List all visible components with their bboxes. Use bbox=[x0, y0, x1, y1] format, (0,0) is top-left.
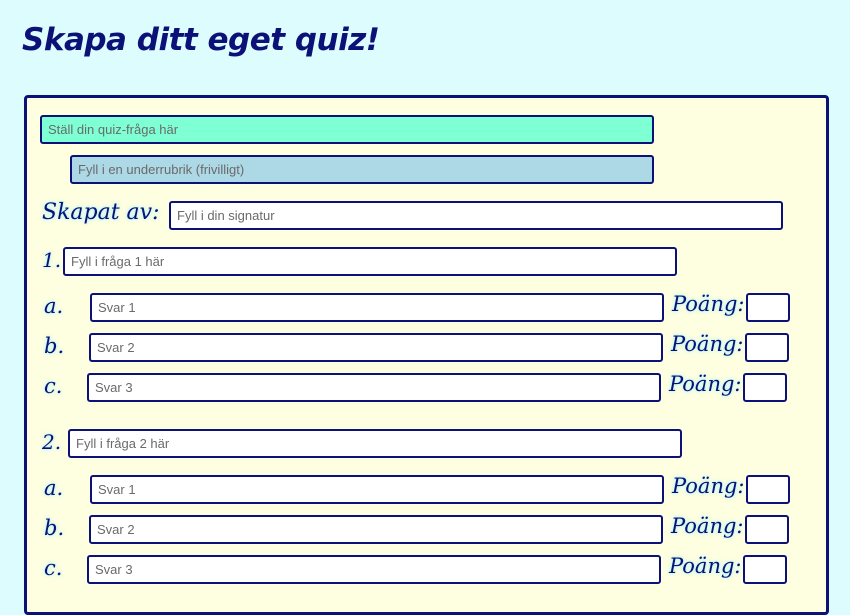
points-label: Poäng: bbox=[669, 372, 742, 396]
question-2-answer-c-points-input[interactable] bbox=[743, 555, 787, 584]
question-1-answer-a-input[interactable] bbox=[90, 293, 664, 322]
question-1-answer-c-input[interactable] bbox=[87, 373, 661, 402]
question-2-answer-b-points-input[interactable] bbox=[745, 515, 789, 544]
question-2-answer-a-points-input[interactable] bbox=[746, 475, 790, 504]
question-2-answer-a-input[interactable] bbox=[90, 475, 664, 504]
question-1-input[interactable] bbox=[63, 247, 677, 276]
page-title: Skapa ditt eget quiz! bbox=[22, 22, 380, 58]
question-1-answer-a-points-input[interactable] bbox=[746, 293, 790, 322]
quiz-title-input[interactable] bbox=[40, 115, 654, 144]
question-2-answer-c-input[interactable] bbox=[87, 555, 661, 584]
quiz-subtitle-input[interactable] bbox=[70, 155, 654, 184]
points-label: Poäng: bbox=[671, 332, 744, 356]
answer-letter: a. bbox=[44, 294, 64, 318]
points-label: Poäng: bbox=[669, 554, 742, 578]
question-2-answer-b-input[interactable] bbox=[89, 515, 663, 544]
created-by-label: Skapat av: bbox=[42, 200, 160, 225]
question-number: 1. bbox=[42, 248, 62, 272]
question-1-answer-c-points-input[interactable] bbox=[743, 373, 787, 402]
signature-input[interactable] bbox=[169, 201, 783, 230]
quiz-form-panel: Skapat av: 1. a. Poäng: b. Poäng: c. Poä… bbox=[24, 95, 829, 615]
points-label: Poäng: bbox=[671, 514, 744, 538]
answer-letter: b. bbox=[44, 334, 65, 358]
points-label: Poäng: bbox=[672, 292, 745, 316]
question-1-answer-b-points-input[interactable] bbox=[745, 333, 789, 362]
question-number: 2. bbox=[42, 430, 62, 454]
answer-letter: c. bbox=[44, 556, 63, 580]
question-2-input[interactable] bbox=[68, 429, 682, 458]
answer-letter: b. bbox=[44, 516, 65, 540]
answer-letter: a. bbox=[44, 476, 64, 500]
points-label: Poäng: bbox=[672, 474, 745, 498]
question-1-answer-b-input[interactable] bbox=[89, 333, 663, 362]
answer-letter: c. bbox=[44, 374, 63, 398]
